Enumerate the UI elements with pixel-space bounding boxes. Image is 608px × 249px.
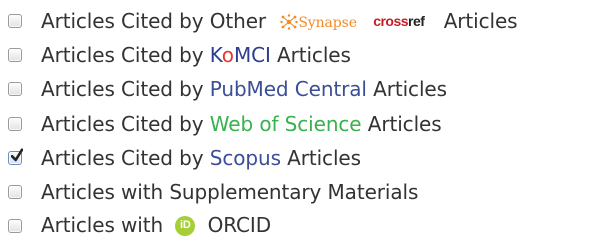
filter-row-scopus[interactable]: Articles Cited by Scopus Articles bbox=[5, 141, 605, 175]
filter-row-supplementary-materials[interactable]: Articles with Supplementary Materials bbox=[5, 175, 605, 209]
filter-label-pubmed-central[interactable]: Articles Cited by PubMed Central Article… bbox=[41, 79, 447, 99]
filter-row-pubmed-central[interactable]: Articles Cited by PubMed Central Article… bbox=[5, 72, 605, 106]
filter-prefix-komci: Articles Cited by bbox=[41, 43, 204, 68]
filter-row-synapse-crossref[interactable]: Articles Cited by Other Synapse crossref… bbox=[5, 4, 605, 38]
filter-suffix-scopus: Articles bbox=[287, 145, 361, 170]
filter-row-web-of-science[interactable]: Articles Cited by Web of Science Article… bbox=[5, 107, 605, 141]
checkbox-orcid[interactable] bbox=[8, 219, 22, 234]
crossref-logo-cross-part: cross bbox=[373, 12, 409, 29]
checkbox-komci[interactable] bbox=[8, 48, 22, 63]
filter-suffix-komci: Articles bbox=[277, 43, 351, 68]
filter-prefix-orcid: Articles with bbox=[41, 213, 164, 238]
checkbox-supplementary-materials[interactable] bbox=[8, 185, 22, 200]
filter-suffix-orcid: ORCID bbox=[207, 213, 272, 238]
synapse-logo-text: Synapse bbox=[298, 14, 357, 31]
filter-label-komci[interactable]: Articles Cited by KoMCI Articles bbox=[41, 45, 351, 65]
filter-suffix-pubmed-central: Articles bbox=[373, 77, 447, 102]
filter-label-supplementary-materials[interactable]: Articles with Supplementary Materials bbox=[41, 182, 418, 202]
crossref-logo-text: crossref bbox=[373, 12, 425, 29]
filter-label-orcid[interactable]: Articles with iD ORCID bbox=[41, 215, 271, 237]
komci-source-name: KoMCI bbox=[210, 43, 271, 67]
checkbox-pubmed-central[interactable] bbox=[8, 82, 22, 97]
checkbox-synapse-crossref[interactable] bbox=[8, 14, 22, 29]
filter-label-web-of-science[interactable]: Articles Cited by Web of Science Article… bbox=[41, 114, 442, 134]
pubmed-central-source-name: PubMed Central bbox=[209, 77, 367, 102]
komci-source-part-o: o bbox=[221, 43, 234, 68]
synapse-star-icon bbox=[280, 13, 299, 30]
filter-row-orcid[interactable]: Articles with iD ORCID bbox=[5, 209, 605, 243]
crossref-logo-ref-part: ref bbox=[408, 12, 425, 29]
synapse-logo-icon: Synapse bbox=[280, 13, 357, 31]
checkmark-icon bbox=[11, 148, 23, 162]
filter-prefix-pubmed-central: Articles Cited by bbox=[41, 77, 204, 102]
komci-source-part-k: K bbox=[209, 43, 222, 68]
scopus-source-name: Scopus bbox=[209, 145, 281, 170]
filter-label-synapse-crossref[interactable]: Articles Cited by Other Synapse crossref… bbox=[41, 11, 518, 31]
filter-suffix-web-of-science: Articles bbox=[367, 111, 442, 136]
crossref-logo-icon: crossref bbox=[373, 12, 425, 29]
web-of-science-source-name: Web of Science bbox=[209, 111, 362, 136]
checkbox-web-of-science[interactable] bbox=[8, 116, 22, 131]
komci-source-part-mci: MCI bbox=[233, 43, 271, 68]
filter-prefix-scopus: Articles Cited by bbox=[41, 145, 204, 170]
citation-filter-list: Articles Cited by Other Synapse crossref… bbox=[5, 4, 605, 243]
filter-row-komci[interactable]: Articles Cited by KoMCI Articles bbox=[5, 38, 605, 72]
filter-label-scopus[interactable]: Articles Cited by Scopus Articles bbox=[41, 148, 361, 168]
filter-prefix-synapse-crossref: Articles Cited by Other bbox=[41, 9, 267, 34]
orcid-logo-icon: iD bbox=[175, 215, 196, 236]
checkbox-scopus[interactable] bbox=[8, 148, 23, 165]
filter-suffix-synapse-crossref: Articles bbox=[443, 9, 518, 34]
filter-prefix-web-of-science: Articles Cited by bbox=[41, 111, 204, 136]
